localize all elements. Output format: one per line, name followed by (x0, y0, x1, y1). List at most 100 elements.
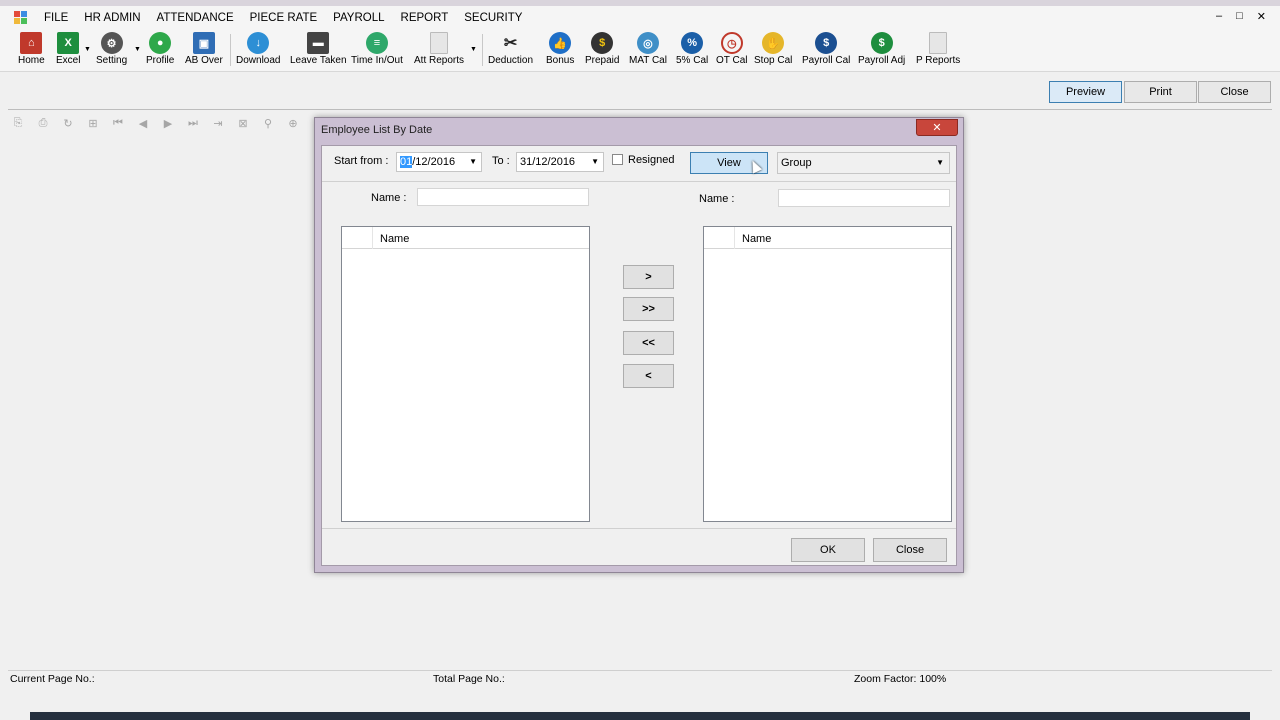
profile-icon: ● (149, 32, 172, 54)
toolbar-label: Home (18, 55, 45, 66)
menu-file[interactable]: FILE (36, 12, 76, 24)
toolbar-time-in-out-button[interactable]: ≡ Time In/Out (351, 32, 403, 70)
chevron-down-icon[interactable]: ▼ (470, 46, 477, 53)
toolbar-stop-cal-button[interactable]: ✋ Stop Cal (754, 32, 792, 70)
toolbar-home-button[interactable]: ⌂ Home (18, 32, 45, 70)
zoom-factor-label: Zoom Factor: 100% (854, 673, 947, 685)
payroll-adj-icon: $ (870, 32, 893, 54)
toolbar-att-reports-button[interactable]: Att Reports (414, 32, 464, 70)
menu-hr-admin[interactable]: HR ADMIN (76, 12, 148, 24)
toolbar-label: Prepaid (585, 55, 620, 66)
toolbar-mat-cal-button[interactable]: ◎ MAT Cal (629, 32, 667, 70)
prev-page-icon[interactable]: ◀ (135, 115, 151, 131)
start-date-picker[interactable]: 01/12/2016 ▼ (396, 152, 482, 172)
toolbar-label: 5% Cal (676, 55, 709, 66)
print-button[interactable]: Print (1124, 81, 1197, 103)
ot-clock-icon: ◷ (720, 32, 743, 54)
available-employees-list[interactable]: Name (341, 226, 590, 522)
refresh-icon[interactable]: ↻ (60, 115, 76, 131)
menu-report[interactable]: REPORT (393, 12, 457, 24)
end-date-text: 31/12/2016 (520, 156, 576, 168)
toolbar-deduction-button[interactable]: ✂ Deduction (488, 32, 533, 70)
minimize-icon[interactable]: – (1216, 10, 1222, 23)
start-date-selected-text: 01 (400, 156, 413, 168)
toolbar-label: Deduction (488, 55, 534, 66)
toolbar-label: P Reports (916, 55, 961, 66)
toolbar-ab-over-button[interactable]: ▣ AB Over (185, 32, 223, 70)
toolbar-label: Payroll Cal (802, 55, 851, 66)
app-icon[interactable] (14, 11, 28, 25)
toolbar-setting-button[interactable]: ⚙ Setting (96, 32, 127, 70)
toolbar-label: Payroll Adj (858, 55, 906, 66)
chevron-down-icon[interactable]: ▼ (84, 46, 91, 53)
stop-icon[interactable]: ⊠ (235, 115, 251, 131)
resigned-checkbox[interactable] (612, 154, 623, 165)
last-page-icon[interactable]: ⏭ (185, 115, 201, 131)
toolbar-5-percent-cal-button[interactable]: % 5% Cal (676, 32, 708, 70)
toolbar-leave-taken-button[interactable]: ▬ Leave Taken (290, 32, 347, 70)
toolbar-prepaid-button[interactable]: $ Prepaid (585, 32, 619, 70)
find-icon[interactable]: ⚲ (260, 115, 276, 131)
dialog-close-button[interactable]: Close (873, 538, 947, 562)
gear-icon: ⚙ (100, 32, 123, 54)
end-date-picker[interactable]: 31/12/2016 ▼ (516, 152, 604, 172)
group-select-value: Group (781, 157, 812, 169)
menu-payroll[interactable]: PAYROLL (325, 12, 392, 24)
tree-icon[interactable]: ⊞ (85, 115, 101, 131)
group-select[interactable]: Group ▼ (777, 152, 950, 174)
toolbar-label: Excel (56, 55, 81, 66)
download-icon: ↓ (247, 32, 270, 54)
payroll-icon: $ (815, 32, 838, 54)
toolbar-label: Bonus (546, 55, 575, 66)
toolbar-label: Stop Cal (754, 55, 793, 66)
move-all-right-button[interactable]: >> (623, 297, 674, 321)
toolbar-download-button[interactable]: ↓ Download (236, 32, 280, 70)
leave-icon: ▬ (307, 32, 330, 54)
move-all-left-button[interactable]: << (623, 331, 674, 355)
name-filter-input-left[interactable] (417, 188, 589, 206)
menu-attendance[interactable]: ATTENDANCE (149, 12, 242, 24)
name-filter-input-right[interactable] (778, 189, 950, 207)
next-page-icon[interactable]: ▶ (160, 115, 176, 131)
menu-piece-rate[interactable]: PIECE RATE (242, 12, 326, 24)
report-icon (430, 32, 449, 54)
toolbar-separator (230, 34, 231, 66)
menu-security[interactable]: SECURITY (456, 12, 530, 24)
column-header-name[interactable]: Name (380, 233, 409, 245)
dialog-title: Employee List By Date (321, 124, 433, 136)
toolbar-p-reports-button[interactable]: P Reports (916, 32, 960, 70)
toolbar-ot-cal-button[interactable]: ◷ OT Cal (716, 32, 748, 70)
chevron-down-icon[interactable]: ▼ (134, 46, 141, 53)
toolbar-label: Att Reports (414, 55, 465, 66)
report-close-button[interactable]: Close (1198, 81, 1271, 103)
toolbar-profile-button[interactable]: ● Profile (146, 32, 174, 70)
toolbar-excel-button[interactable]: X Excel (56, 32, 80, 70)
toolbar-payroll-cal-button[interactable]: $ Payroll Cal (802, 32, 850, 70)
home-icon: ⌂ (20, 32, 43, 54)
print-icon[interactable]: ⎙ (35, 115, 51, 131)
ok-button[interactable]: OK (791, 538, 865, 562)
list-header[interactable]: Name (704, 227, 951, 249)
maximize-icon[interactable]: □ (1236, 10, 1243, 23)
viewer-toolbar: ⎘ ⎙ ↻ ⊞ ⏮ ◀ ▶ ⏭ ⇥ ⊠ ⚲ ⊕ (10, 115, 301, 131)
toolbar-payroll-adj-button[interactable]: $ Payroll Adj (858, 32, 905, 70)
divider (322, 181, 956, 182)
move-selected-right-button[interactable]: > (623, 265, 674, 289)
toolbar-label: Download (236, 55, 281, 66)
column-header-name[interactable]: Name (742, 233, 771, 245)
first-page-icon[interactable]: ⏮ (110, 115, 126, 131)
close-icon[interactable]: ✕ (1257, 10, 1266, 23)
export-icon[interactable]: ⎘ (10, 115, 26, 131)
goto-icon[interactable]: ⇥ (210, 115, 226, 131)
toolbar-bonus-button[interactable]: 👍 Bonus (546, 32, 574, 70)
toolbar: ⌂ Home X Excel ▼ ⚙ Setting ▼ ● Profile ▣… (0, 30, 1280, 72)
zoom-icon[interactable]: ⊕ (285, 115, 301, 131)
employee-list-dialog: Employee List By Date ✕ Start from : 01/… (314, 117, 964, 573)
preview-button[interactable]: Preview (1049, 81, 1122, 103)
dialog-close-icon[interactable]: ✕ (916, 119, 958, 136)
list-header[interactable]: Name (342, 227, 589, 249)
selected-employees-list[interactable]: Name (703, 226, 952, 522)
move-selected-left-button[interactable]: < (623, 364, 674, 388)
prepaid-icon: $ (591, 32, 614, 54)
thumbs-up-icon: 👍 (549, 32, 572, 54)
